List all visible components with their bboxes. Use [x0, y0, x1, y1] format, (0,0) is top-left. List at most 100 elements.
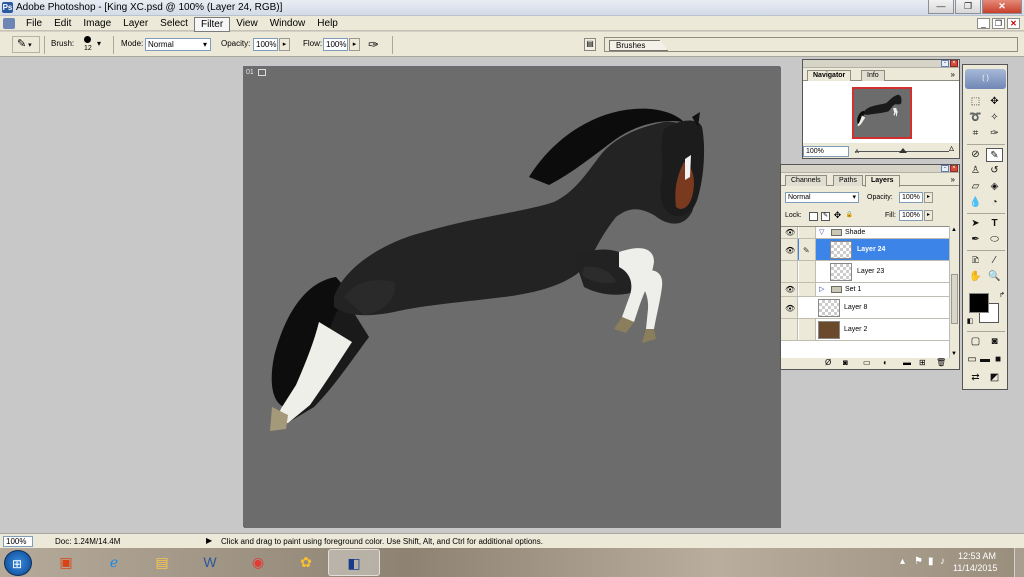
office-app-icon[interactable]: ▣: [40, 549, 92, 576]
scrollbar-thumb[interactable]: [951, 274, 958, 324]
opacity-slider-arrow-icon[interactable]: ▸: [924, 192, 933, 203]
imageready-icon[interactable]: ◩: [986, 371, 1003, 385]
scroll-down-icon[interactable]: ▼: [951, 351, 957, 357]
screen-mode-standard-icon[interactable]: ▭: [965, 353, 979, 367]
menu-filter[interactable]: Filter: [193, 17, 231, 32]
tab-layers[interactable]: Layers: [865, 175, 900, 187]
maximize-button[interactable]: ❐: [955, 0, 981, 14]
lock-image-icon[interactable]: ✎: [821, 212, 830, 221]
panel-minimize-button[interactable]: -: [941, 60, 949, 67]
lock-position-icon[interactable]: ✥: [833, 211, 842, 221]
history-brush-icon[interactable]: ↺: [986, 164, 1003, 178]
eraser-tool-icon[interactable]: ▱: [967, 180, 984, 194]
zoom-slider[interactable]: [855, 148, 949, 153]
shape-tool-icon[interactable]: ⬭: [986, 233, 1003, 247]
visibility-toggle[interactable]: 👁: [781, 297, 798, 318]
brushes-tab[interactable]: Brushes: [609, 40, 669, 51]
new-layer-icon[interactable]: ⊞: [919, 358, 926, 367]
magic-wand-icon[interactable]: ✧: [986, 111, 1003, 125]
mode-select[interactable]: Normal ▾: [145, 38, 211, 51]
layer-opacity-field[interactable]: 100%: [899, 192, 923, 203]
show-desktop-button[interactable]: [1014, 548, 1024, 577]
slice-tool-icon[interactable]: ✑: [986, 127, 1003, 141]
layer-row-shade[interactable]: 👁 ▽ Shade: [781, 227, 949, 239]
start-button[interactable]: ⊞: [4, 550, 32, 576]
layer-row-layer-2[interactable]: Layer 2: [781, 319, 949, 341]
document-corner-icon[interactable]: [258, 69, 266, 76]
tab-channels[interactable]: Channels: [785, 175, 827, 186]
scroll-up-icon[interactable]: ▲: [951, 227, 957, 233]
flow-slider-arrow-icon[interactable]: ▸: [349, 38, 360, 51]
lock-all-icon[interactable]: 🔒: [845, 212, 854, 221]
link-toggle[interactable]: [799, 227, 816, 238]
swap-colors-icon[interactable]: ↱: [997, 289, 1007, 303]
lock-transparency-icon[interactable]: [809, 212, 818, 221]
layer-style-icon[interactable]: Ø: [825, 358, 831, 367]
link-toggle[interactable]: [799, 319, 816, 340]
clock-time[interactable]: 12:53 AM: [958, 551, 996, 561]
brush-dropdown-icon[interactable]: ▾: [97, 39, 101, 48]
hand-tool-icon[interactable]: ✋: [967, 270, 984, 284]
tab-paths[interactable]: Paths: [833, 175, 863, 186]
screen-mode-menu-icon[interactable]: ▬: [978, 353, 992, 367]
visibility-toggle[interactable]: [781, 261, 798, 282]
menu-file[interactable]: File: [20, 17, 48, 32]
doc-close-button[interactable]: ✕: [1007, 18, 1020, 29]
visibility-toggle[interactable]: 👁: [781, 239, 798, 260]
layer-row-set-1[interactable]: 👁 ▷ Set 1: [781, 283, 949, 297]
layer-row-layer-8[interactable]: 👁 Layer 8: [781, 297, 949, 319]
layer-mask-icon[interactable]: ◙: [843, 358, 848, 367]
navigator-panel-header[interactable]: - ×: [803, 60, 959, 68]
panel-close-button[interactable]: ×: [950, 60, 958, 67]
collapsed-triangle-icon[interactable]: ▷: [819, 285, 824, 293]
tab-info[interactable]: Info: [861, 70, 885, 81]
pen-tool-icon[interactable]: ✒: [967, 233, 984, 247]
fill-slider-arrow-icon[interactable]: ▸: [924, 210, 933, 221]
photoshop-taskbar-icon[interactable]: ◧: [328, 549, 380, 576]
internet-explorer-icon[interactable]: ℯ: [88, 549, 140, 576]
default-colors-icon[interactable]: ◧: [965, 315, 975, 329]
blend-mode-select[interactable]: Normal ▾: [785, 192, 859, 203]
dodge-tool-icon[interactable]: ◔: [986, 196, 1003, 210]
file-explorer-icon[interactable]: ▤: [136, 549, 188, 576]
status-menu-arrow-icon[interactable]: ▶: [206, 536, 212, 545]
link-toggle[interactable]: [799, 261, 816, 282]
clock-date[interactable]: 11/14/2015: [953, 563, 997, 573]
quick-mask-icon[interactable]: ◙: [986, 335, 1003, 349]
document-canvas[interactable]: 01: [243, 66, 781, 528]
tool-preset-picker[interactable]: ✎ ▾: [12, 36, 40, 53]
visibility-toggle[interactable]: [781, 319, 798, 340]
menu-image[interactable]: Image: [77, 17, 117, 32]
opacity-field[interactable]: 100%: [253, 38, 278, 51]
menu-window[interactable]: Window: [264, 17, 312, 32]
word-app-icon[interactable]: W: [184, 549, 236, 576]
menu-select[interactable]: Select: [154, 17, 194, 32]
blur-tool-icon[interactable]: 💧: [967, 196, 984, 210]
menu-layer[interactable]: Layer: [117, 17, 154, 32]
navigator-zoom-field[interactable]: 100%: [803, 146, 849, 157]
panel-close-button[interactable]: ×: [950, 165, 958, 172]
layer-row-layer-24[interactable]: 👁 ✎ Layer 24: [781, 239, 949, 261]
show-hidden-icons-icon[interactable]: ▴: [900, 556, 905, 567]
layer-list-scrollbar[interactable]: ▲ ▼: [949, 226, 959, 358]
foreground-color-swatch[interactable]: [969, 293, 989, 313]
network-icon[interactable]: ▮: [928, 556, 934, 567]
type-tool-icon[interactable]: T: [986, 217, 1003, 231]
panel-minimize-button[interactable]: -: [941, 165, 949, 172]
brush-tool-icon[interactable]: ✎: [986, 148, 1003, 162]
lasso-tool-icon[interactable]: ➰: [967, 111, 984, 125]
new-set-icon[interactable]: ▭: [863, 358, 871, 367]
move-tool-icon[interactable]: ✥: [986, 95, 1003, 109]
crop-tool-icon[interactable]: ⌗: [967, 127, 984, 141]
paint-app-icon[interactable]: ✿: [280, 549, 332, 576]
zoom-in-icon[interactable]: ▵: [949, 143, 954, 154]
expanded-triangle-icon[interactable]: ▽: [819, 228, 824, 236]
action-center-flag-icon[interactable]: ⚑: [914, 556, 923, 567]
navigator-preview[interactable]: [803, 81, 959, 143]
eyedropper-icon[interactable]: ⁄: [986, 254, 1003, 268]
chrome-app-icon[interactable]: ◉: [232, 549, 284, 576]
screen-mode-full-icon[interactable]: ■: [991, 353, 1005, 367]
flow-field[interactable]: 100%: [323, 38, 348, 51]
link-toggle[interactable]: [799, 283, 816, 296]
link-toggle[interactable]: ✎: [799, 239, 816, 260]
